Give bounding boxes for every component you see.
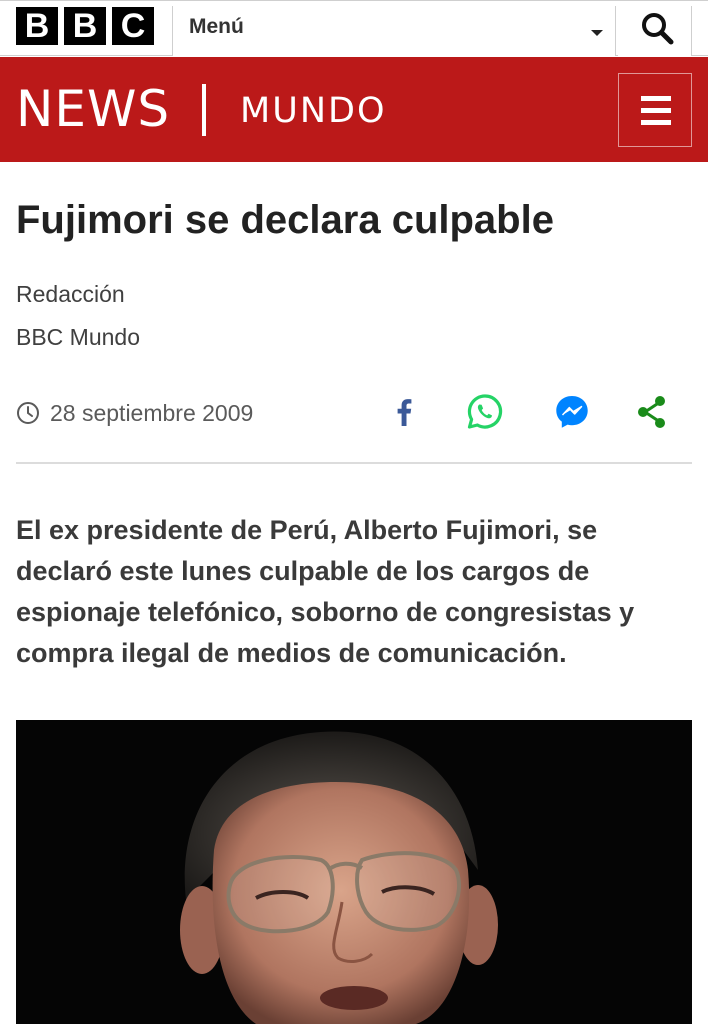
hamburger-icon (641, 108, 671, 113)
navigation-menu-button[interactable] (618, 73, 692, 147)
news-header: NEWS MUNDO (0, 57, 708, 162)
hamburger-icon (641, 120, 671, 125)
byline-organization: BBC Mundo (16, 324, 141, 350)
byline-author: Redacción (16, 281, 125, 307)
bbc-logo-letter: C (112, 7, 154, 45)
bbc-logo[interactable]: B B C (16, 7, 154, 45)
section-title[interactable]: MUNDO (240, 89, 387, 133)
portrait-image (16, 720, 692, 1024)
article-photo (16, 720, 692, 1024)
date-text: 28 septiembre 2009 (50, 399, 254, 426)
article-headline: Fujimori se declara culpable (16, 198, 554, 242)
caret-down-icon (591, 30, 603, 36)
menu-label: Menú (189, 15, 244, 38)
divider (16, 462, 692, 464)
header-divider (202, 84, 206, 136)
bbc-logo-letter: B (16, 7, 58, 45)
article-date: 28 septiembre 2009 (16, 398, 253, 428)
search-icon (642, 13, 674, 45)
whatsapp-icon[interactable] (465, 392, 505, 432)
bbc-logo-letter: B (64, 7, 106, 45)
article-intro: El ex presidente de Perú, Alberto Fujimo… (16, 515, 635, 668)
menu-dropdown[interactable]: Menú (172, 6, 616, 56)
hamburger-icon (641, 96, 671, 101)
messenger-icon[interactable] (552, 392, 592, 432)
share-icon[interactable] (632, 392, 672, 432)
facebook-icon[interactable] (384, 392, 424, 432)
clock-icon (17, 402, 39, 424)
news-logo[interactable]: NEWS (16, 79, 170, 139)
bbc-top-bar: B B C Menú (0, 0, 708, 56)
search-button[interactable] (618, 6, 692, 56)
